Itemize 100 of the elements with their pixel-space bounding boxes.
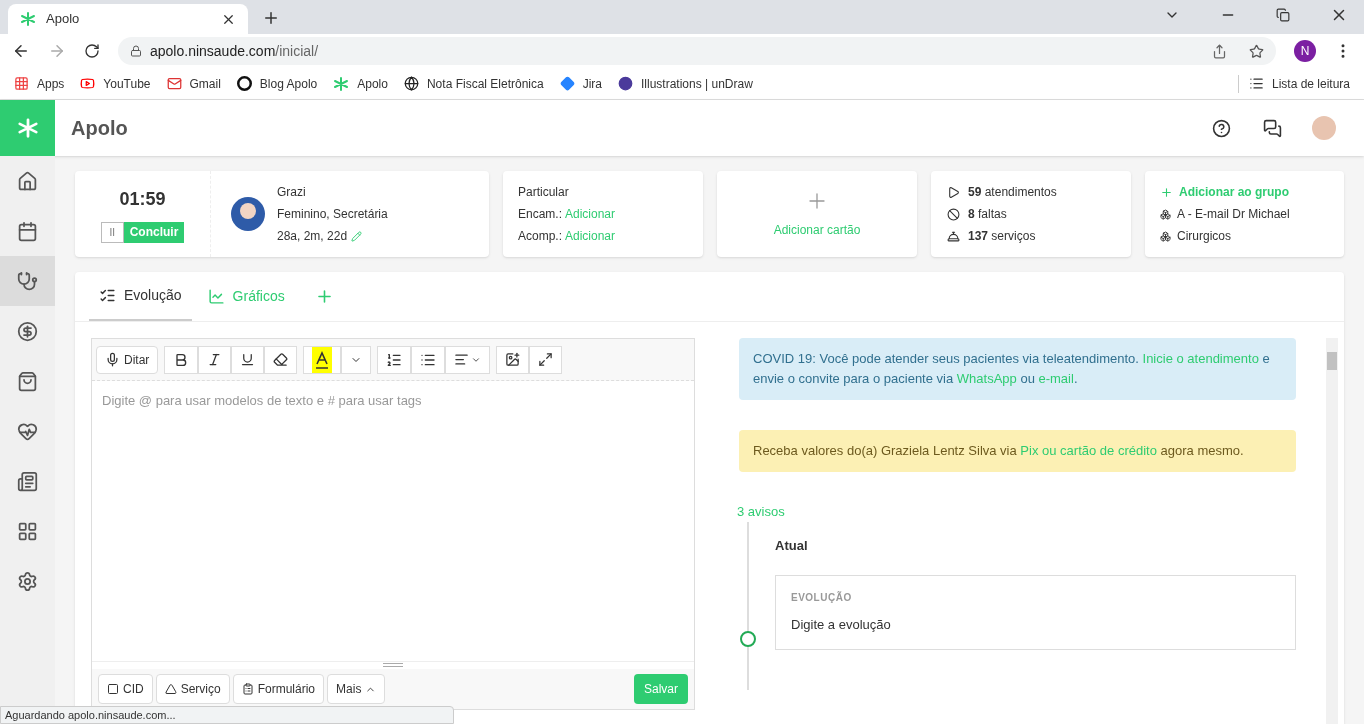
profile-avatar[interactable]: N: [1294, 40, 1316, 62]
stethoscope-icon: [17, 270, 38, 292]
bullet-list-button[interactable]: [411, 345, 446, 374]
grid-icon: [17, 520, 38, 542]
patient-avatar: [231, 197, 265, 231]
expand-icon: [538, 352, 554, 367]
app-logo-tile[interactable]: [0, 100, 55, 156]
patient-details: Feminino, Secretária: [277, 206, 388, 223]
stat-text: 8 faltas: [968, 206, 1007, 223]
bookmark[interactable]: YouTube: [80, 74, 151, 93]
group-icon: [1160, 208, 1171, 220]
underline-button[interactable]: [231, 345, 265, 374]
reading-list[interactable]: Lista de leitura: [1237, 74, 1350, 93]
asterisk-icon: [333, 75, 350, 92]
group-icon: [1160, 230, 1171, 242]
editor-field[interactable]: Digite @ para usar modelos de texto e # para usar tags: [92, 381, 694, 661]
group-name: Cirurgicos: [1177, 228, 1231, 245]
bookmark[interactable]: Gmail: [166, 74, 221, 93]
plus-icon: [1160, 185, 1173, 199]
bold-button[interactable]: [164, 345, 199, 374]
stat-text: 59 atendimentos: [968, 184, 1057, 201]
chat-icon[interactable]: [1263, 118, 1282, 138]
tab[interactable]: Evolução: [89, 272, 192, 321]
circle-icon: [618, 76, 633, 91]
bell-icon: [947, 229, 960, 243]
microphone-icon: [105, 352, 120, 367]
play-icon: [947, 185, 960, 199]
clipboard-icon: [241, 683, 254, 695]
entry-text: Digite a evolução: [791, 616, 892, 634]
square-icon: [107, 683, 119, 695]
status-bubble: Aguardando apolo.ninsaude.com...: [0, 706, 454, 724]
bookmark[interactable]: Apolo: [333, 74, 388, 93]
ordered-list-button[interactable]: [377, 345, 412, 374]
browser-tab[interactable]: Apolo: [8, 4, 248, 34]
group-name: A - E-mail Dr Michael: [1177, 206, 1290, 223]
checklist-icon: [99, 287, 116, 304]
footer-button[interactable]: Formulário: [232, 674, 325, 704]
underline-icon: [240, 352, 256, 367]
timer: 01:59: [119, 187, 166, 211]
footer-button[interactable]: CID: [98, 674, 153, 704]
fullscreen-button[interactable]: [529, 345, 563, 374]
align-icon: [454, 352, 470, 367]
line-chart-icon: [207, 288, 225, 305]
help-icon[interactable]: [1212, 118, 1231, 138]
bookmark[interactable]: Nota Fiscal Eletrônica: [403, 74, 544, 93]
stat-text: 137 serviços: [968, 228, 1036, 245]
text-color-icon: [312, 346, 333, 373]
resize-handle[interactable]: [383, 663, 403, 667]
text-editor[interactable]: Ditar Digite @ para usar modelos de texto e # para usar tags CID Serviço Formulário Mais Salvar: [91, 338, 695, 710]
dictate-button[interactable]: Ditar: [96, 345, 159, 374]
eraser-icon: [273, 352, 289, 367]
bookmark[interactable]: Jira: [559, 74, 602, 93]
field-label: Encam.:: [518, 206, 562, 223]
address-bar[interactable]: apolo.ninsaude.com/inicial/: [118, 37, 1276, 65]
footer-button[interactable]: Serviço: [155, 674, 230, 704]
restore-icon[interactable]: [1276, 8, 1290, 22]
bookmark[interactable]: Illustrations | unDraw: [618, 74, 753, 93]
sidebar-item[interactable]: [0, 256, 55, 306]
notice: COVID 19: Você pode atender seus pacientes via teleatendimento. Inicie o atendimento e envie o convite para o paciente via WhatsApp ou e-mail.: [739, 338, 1296, 400]
lock-icon: [130, 45, 142, 57]
eraser-button[interactable]: [264, 345, 298, 374]
tab-favicon-icon: [20, 11, 36, 27]
back-icon[interactable]: [12, 42, 30, 60]
bookmark[interactable]: Apps: [14, 74, 65, 93]
text-color-button[interactable]: [303, 345, 342, 374]
circle-icon: [236, 76, 252, 91]
share-icon[interactable]: [1212, 43, 1227, 59]
entry-type: EVOLUÇÃO: [791, 590, 853, 605]
apps-icon: [14, 76, 29, 91]
pause-button[interactable]: II: [100, 221, 124, 243]
insurance-plan: Particular: [518, 184, 570, 201]
entry-card[interactable]: EVOLUÇÃO Digite a evolução: [775, 575, 1296, 650]
tab-title: Apolo: [46, 10, 81, 29]
bookmark-star-icon[interactable]: [1249, 43, 1264, 59]
calendar-icon: [17, 220, 38, 242]
dollar-icon: [17, 320, 38, 342]
footer-button[interactable]: Mais: [327, 674, 386, 704]
video-icon: [80, 76, 96, 91]
triangle-icon: [164, 683, 177, 695]
numbered-list-icon: [386, 351, 403, 368]
bookmark[interactable]: Blog Apolo: [236, 74, 318, 93]
italic-icon: [207, 352, 223, 367]
notice: Receba valores do(a) Graziela Lentz Silva via Pix ou cartão de crédito agora mesmo.: [739, 430, 1296, 472]
diamond-icon: [559, 76, 575, 91]
patient-name: Grazi: [277, 184, 307, 201]
url-text: apolo.ninsaude.com/inicial/: [150, 41, 320, 61]
field-label: Acomp.:: [518, 228, 562, 245]
align-button[interactable]: [445, 345, 491, 374]
new-tab-icon[interactable]: [262, 9, 280, 27]
reload-icon[interactable]: [84, 43, 100, 59]
home-icon: [17, 170, 38, 192]
logo-icon: [16, 117, 39, 139]
italic-button[interactable]: [198, 345, 232, 374]
globe-icon: [403, 76, 419, 91]
image-button[interactable]: [496, 345, 530, 374]
app-title: Apolo: [71, 116, 128, 141]
patient-age: 28a, 2m, 22d: [277, 228, 348, 245]
settings-icon: [17, 570, 38, 592]
mail-icon: [166, 76, 182, 91]
bag-icon: [17, 370, 38, 392]
